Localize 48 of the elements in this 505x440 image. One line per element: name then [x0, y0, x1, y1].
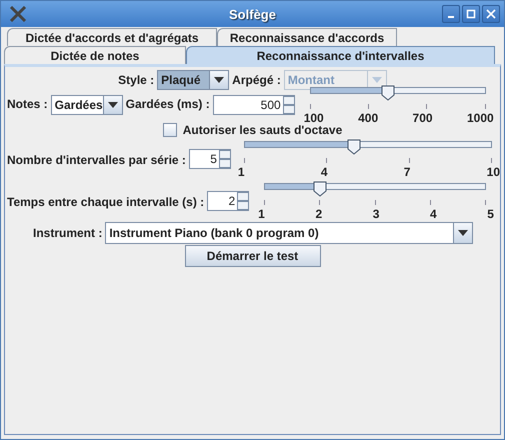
- tick-label: 10: [486, 165, 500, 179]
- duration-spinner[interactable]: 500: [212, 95, 295, 115]
- tick-label: 1000: [466, 111, 494, 125]
- tick-label: 4: [320, 165, 328, 179]
- notes-label: Notes :: [7, 97, 48, 111]
- duration-label: Gardées (ms) :: [126, 97, 210, 111]
- count-label: Nombre d'intervalles par série :: [7, 153, 186, 167]
- window-title: Solfège: [229, 6, 276, 22]
- tick-label: 1: [238, 165, 245, 179]
- tab[interactable]: Dictée de notes: [4, 46, 186, 64]
- tick-label: 2: [315, 207, 322, 221]
- tick-label: 400: [358, 111, 378, 125]
- tab[interactable]: Reconnaissance d'intervalles: [186, 46, 495, 64]
- tick-label: 5: [487, 207, 494, 221]
- dropdown-arrow-icon: [108, 102, 118, 108]
- dropdown-arrow-icon: [372, 77, 382, 83]
- interval-time-spinner[interactable]: 2: [207, 191, 250, 211]
- slider-thumb[interactable]: [313, 181, 328, 197]
- tick-label: 3: [372, 207, 380, 221]
- tick-label: 4: [430, 207, 437, 221]
- dropdown-arrow-icon: [458, 230, 468, 236]
- notes-dropdown[interactable]: Gardées: [50, 95, 123, 115]
- dropdown-arrow-icon: [214, 77, 224, 83]
- interval-time-label: Temps entre chaque intervalle (s) :: [7, 195, 204, 209]
- count-spinner[interactable]: 5: [188, 149, 231, 169]
- instrument-label: Instrument :: [33, 226, 102, 240]
- slider-thumb[interactable]: [380, 85, 395, 101]
- close-button[interactable]: [482, 5, 500, 23]
- slider-thumb[interactable]: [347, 139, 362, 155]
- tick-label: 7: [404, 165, 410, 179]
- arpeggio-label: Arpégé :: [232, 73, 281, 87]
- octave-checkbox[interactable]: [162, 123, 177, 137]
- x-logo-icon: [9, 6, 27, 22]
- style-label: Style :: [118, 73, 154, 87]
- octave-label: Autoriser les sauts d'octave: [182, 123, 342, 137]
- maximize-button[interactable]: [462, 5, 480, 23]
- tab[interactable]: Dictée d'accords et d'agrégats: [7, 28, 217, 46]
- style-dropdown[interactable]: Plaqué: [157, 70, 230, 90]
- tab[interactable]: Reconnaissance d'accords: [217, 28, 397, 46]
- tick-label: 100: [304, 111, 324, 125]
- start-test-button[interactable]: Démarrer le test: [184, 245, 320, 267]
- maximize-icon: [466, 9, 476, 19]
- tick-label: 1: [258, 207, 265, 221]
- tick-label: 700: [412, 111, 433, 125]
- minimize-button[interactable]: [442, 5, 460, 23]
- minimize-icon: [448, 16, 454, 18]
- instrument-dropdown[interactable]: Instrument Piano (bank 0 program 0): [105, 222, 474, 244]
- close-icon: [486, 9, 496, 19]
